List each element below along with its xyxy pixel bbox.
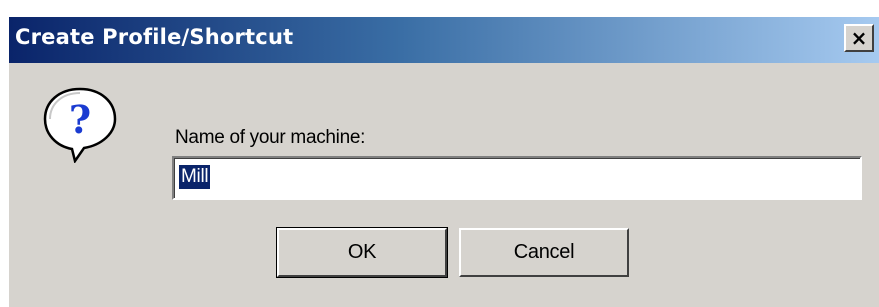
machine-name-input[interactable]: Mill [172, 156, 862, 200]
question-icon: ? [43, 87, 117, 163]
ok-button-label: OK [347, 241, 377, 263]
machine-name-value[interactable]: Mill [179, 165, 211, 189]
cancel-button[interactable]: Cancel [459, 228, 629, 277]
create-profile-dialog: Create Profile/Shortcut × ? Name of your… [8, 16, 879, 307]
title-bar[interactable]: Create Profile/Shortcut × [9, 17, 879, 63]
cancel-button-label: Cancel [513, 241, 575, 263]
machine-name-label: Name of your machine: [175, 127, 366, 148]
window-title: Create Profile/Shortcut [15, 25, 294, 49]
close-icon: × [850, 26, 868, 50]
ok-button[interactable]: OK [276, 227, 448, 278]
svg-text:?: ? [69, 97, 91, 142]
page: Create Profile/Shortcut × ? Name of your… [0, 0, 879, 307]
close-button[interactable]: × [844, 24, 874, 52]
